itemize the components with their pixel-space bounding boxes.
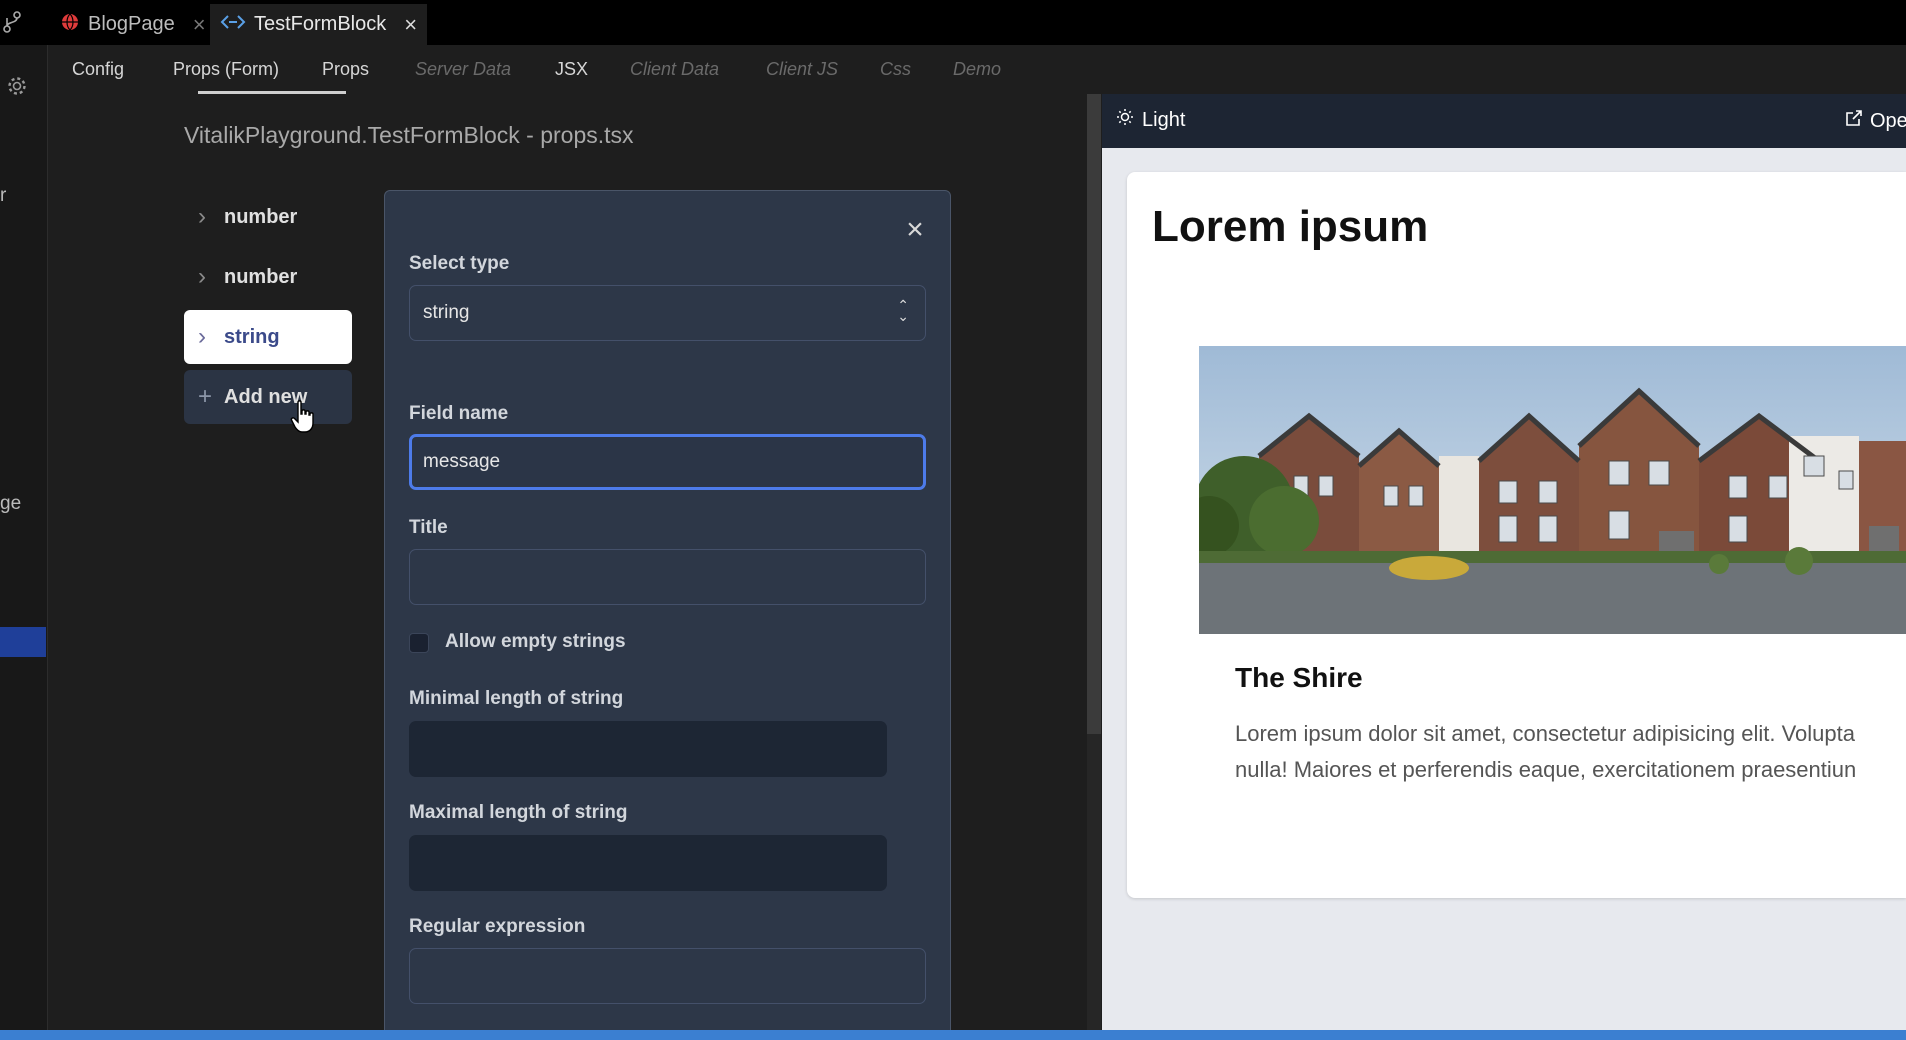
max-length-label: Maximal length of string xyxy=(409,802,628,823)
globe-icon xyxy=(60,12,80,38)
select-type-label: Select type xyxy=(409,253,510,274)
card-body-line: Lorem ipsum dolor sit amet, consectetur … xyxy=(1235,721,1855,746)
open-label: Ope xyxy=(1870,109,1906,132)
preview-heading: Lorem ipsum xyxy=(1152,202,1429,251)
close-tab-icon[interactable]: × xyxy=(193,12,206,38)
preview-card: Lorem ipsum The Shire Lorem ipsum dolor … xyxy=(1127,172,1906,898)
regex-input[interactable] xyxy=(409,948,926,1004)
tab-testformblock[interactable]: TestFormBlock × xyxy=(210,4,428,45)
external-link-icon xyxy=(1844,108,1864,134)
allow-empty-checkbox[interactable] xyxy=(409,633,429,653)
tab-jsx[interactable]: JSX xyxy=(555,59,588,80)
code-icon xyxy=(220,13,246,37)
field-name-value: message xyxy=(423,451,501,472)
sidebar-selected-item[interactable] xyxy=(0,627,46,657)
status-bar xyxy=(0,1030,1906,1040)
card-body-line: nulla! Maiores et perferendis eaque, exe… xyxy=(1235,757,1857,782)
editor-subtabs: Config Props (Form) Props Server Data JS… xyxy=(48,45,1088,94)
close-tab-icon[interactable]: × xyxy=(404,12,417,38)
open-external-button[interactable]: Ope xyxy=(1844,108,1906,134)
tab-props[interactable]: Props xyxy=(322,59,369,80)
regex-label: Regular expression xyxy=(409,916,586,937)
tab-config[interactable]: Config xyxy=(72,59,124,80)
field-item-number[interactable]: › number xyxy=(184,250,352,304)
tab-demo[interactable]: Demo xyxy=(953,59,1001,80)
type-select[interactable]: string ⌃ ⌄ xyxy=(409,285,926,341)
chevron-right-icon: › xyxy=(198,203,206,230)
card-image xyxy=(1199,346,1906,634)
field-editor-panel: × Select type string ⌃ ⌄ Field name messa… xyxy=(384,190,951,1040)
source-control-icon[interactable] xyxy=(2,10,22,34)
tab-blogpage[interactable]: BlogPage × xyxy=(50,4,216,45)
card-body: Lorem ipsum dolor sit amet, consectetur … xyxy=(1235,716,1906,788)
file-path: VitalikPlayground.TestFormBlock - props.… xyxy=(184,122,634,148)
max-length-input[interactable] xyxy=(409,835,887,891)
chevron-right-icon: › xyxy=(198,263,206,290)
min-length-label: Minimal length of string xyxy=(409,688,624,709)
sidebar-partial-label: r xyxy=(0,185,7,206)
field-item-string[interactable]: › string xyxy=(184,310,352,364)
theme-toggle[interactable]: Light xyxy=(1116,108,1185,132)
tab-server-data[interactable]: Server Data xyxy=(415,59,511,80)
hand-cursor-icon xyxy=(290,400,316,439)
title-bar: BlogPage × TestFormBlock × xyxy=(0,0,1906,45)
field-item-label: number xyxy=(224,205,298,228)
chevron-right-icon: › xyxy=(198,323,206,350)
field-item-label: number xyxy=(224,265,298,288)
add-new-button[interactable]: + Add new xyxy=(184,370,352,424)
tab-props-form[interactable]: Props (Form) xyxy=(173,59,279,80)
sidebar-partial-label: ge xyxy=(0,493,22,514)
title-label: Title xyxy=(409,517,448,538)
activity-bar: r ge xyxy=(0,45,48,1040)
type-select-value: string xyxy=(423,302,470,323)
card-title: The Shire xyxy=(1235,662,1363,693)
field-item-number[interactable]: › number xyxy=(184,190,352,244)
select-arrows-icon: ⌃ ⌄ xyxy=(897,297,909,324)
vertical-scrollbar[interactable] xyxy=(1087,94,1101,734)
tab-label: BlogPage xyxy=(88,13,175,35)
tab-css[interactable]: Css xyxy=(880,59,911,80)
close-icon[interactable]: × xyxy=(902,215,928,245)
tab-client-js[interactable]: Client JS xyxy=(766,59,838,80)
min-length-input[interactable] xyxy=(409,721,887,777)
field-name-label: Field name xyxy=(409,403,509,424)
active-tab-indicator xyxy=(198,91,346,94)
plus-icon: + xyxy=(198,383,213,410)
gear-icon[interactable] xyxy=(6,75,28,102)
theme-label: Light xyxy=(1142,108,1186,131)
field-item-label: string xyxy=(224,325,280,348)
sun-icon xyxy=(1116,108,1134,132)
preview-toolbar: Light Ope xyxy=(1102,94,1906,148)
title-input[interactable] xyxy=(409,549,926,605)
tab-client-data[interactable]: Client Data xyxy=(630,59,719,80)
allow-empty-label: Allow empty strings xyxy=(445,631,626,652)
tab-label: TestFormBlock xyxy=(254,13,387,35)
field-name-input[interactable]: message xyxy=(409,434,926,490)
